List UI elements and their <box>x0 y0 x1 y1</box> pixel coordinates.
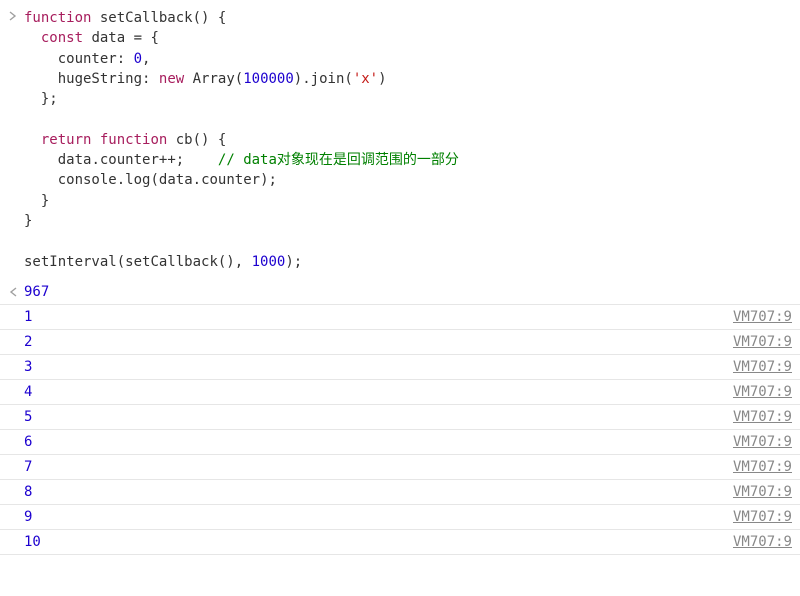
log-value: 7 <box>24 459 32 475</box>
log-source-link[interactable]: VM707:9 <box>733 434 792 450</box>
console-log-row: 10 VM707:9 <box>0 529 800 555</box>
log-source-link[interactable]: VM707:9 <box>733 334 792 350</box>
console-code-input[interactable]: function setCallback() { const data = { … <box>24 8 792 272</box>
console-log-row: 4 VM707:9 <box>0 379 800 404</box>
console-input-block: function setCallback() { const data = { … <box>0 6 800 282</box>
console-log-row: 5 VM707:9 <box>0 404 800 429</box>
log-value: 9 <box>24 509 32 525</box>
console-log-row: 2 VM707:9 <box>0 329 800 354</box>
log-source-link[interactable]: VM707:9 <box>733 359 792 375</box>
log-source-link[interactable]: VM707:9 <box>733 409 792 425</box>
log-value: 8 <box>24 484 32 500</box>
devtools-console: function setCallback() { const data = { … <box>0 0 800 555</box>
log-value: 1 <box>24 309 32 325</box>
log-value: 4 <box>24 384 32 400</box>
input-prompt-icon <box>8 8 24 21</box>
log-source-link[interactable]: VM707:9 <box>733 384 792 400</box>
console-log-row: 6 VM707:9 <box>0 429 800 454</box>
console-log-row: 8 VM707:9 <box>0 479 800 504</box>
log-value: 2 <box>24 334 32 350</box>
log-value: 3 <box>24 359 32 375</box>
log-source-link[interactable]: VM707:9 <box>733 509 792 525</box>
console-log-row: 3 VM707:9 <box>0 354 800 379</box>
output-caret-icon <box>8 286 24 297</box>
console-return-row: 967 <box>0 282 800 304</box>
log-value: 10 <box>24 534 41 550</box>
log-value: 5 <box>24 409 32 425</box>
log-source-link[interactable]: VM707:9 <box>733 484 792 500</box>
console-log-row: 7 VM707:9 <box>0 454 800 479</box>
log-value: 6 <box>24 434 32 450</box>
console-log-list: 1 VM707:9 2 VM707:9 3 VM707:9 4 VM707:9 5 VM707:9… <box>0 304 800 555</box>
console-log-row: 9 VM707:9 <box>0 504 800 529</box>
log-source-link[interactable]: VM707:9 <box>733 459 792 475</box>
log-source-link[interactable]: VM707:9 <box>733 309 792 325</box>
return-value: 967 <box>24 284 49 300</box>
log-source-link[interactable]: VM707:9 <box>733 534 792 550</box>
console-log-row: 1 VM707:9 <box>0 304 800 329</box>
